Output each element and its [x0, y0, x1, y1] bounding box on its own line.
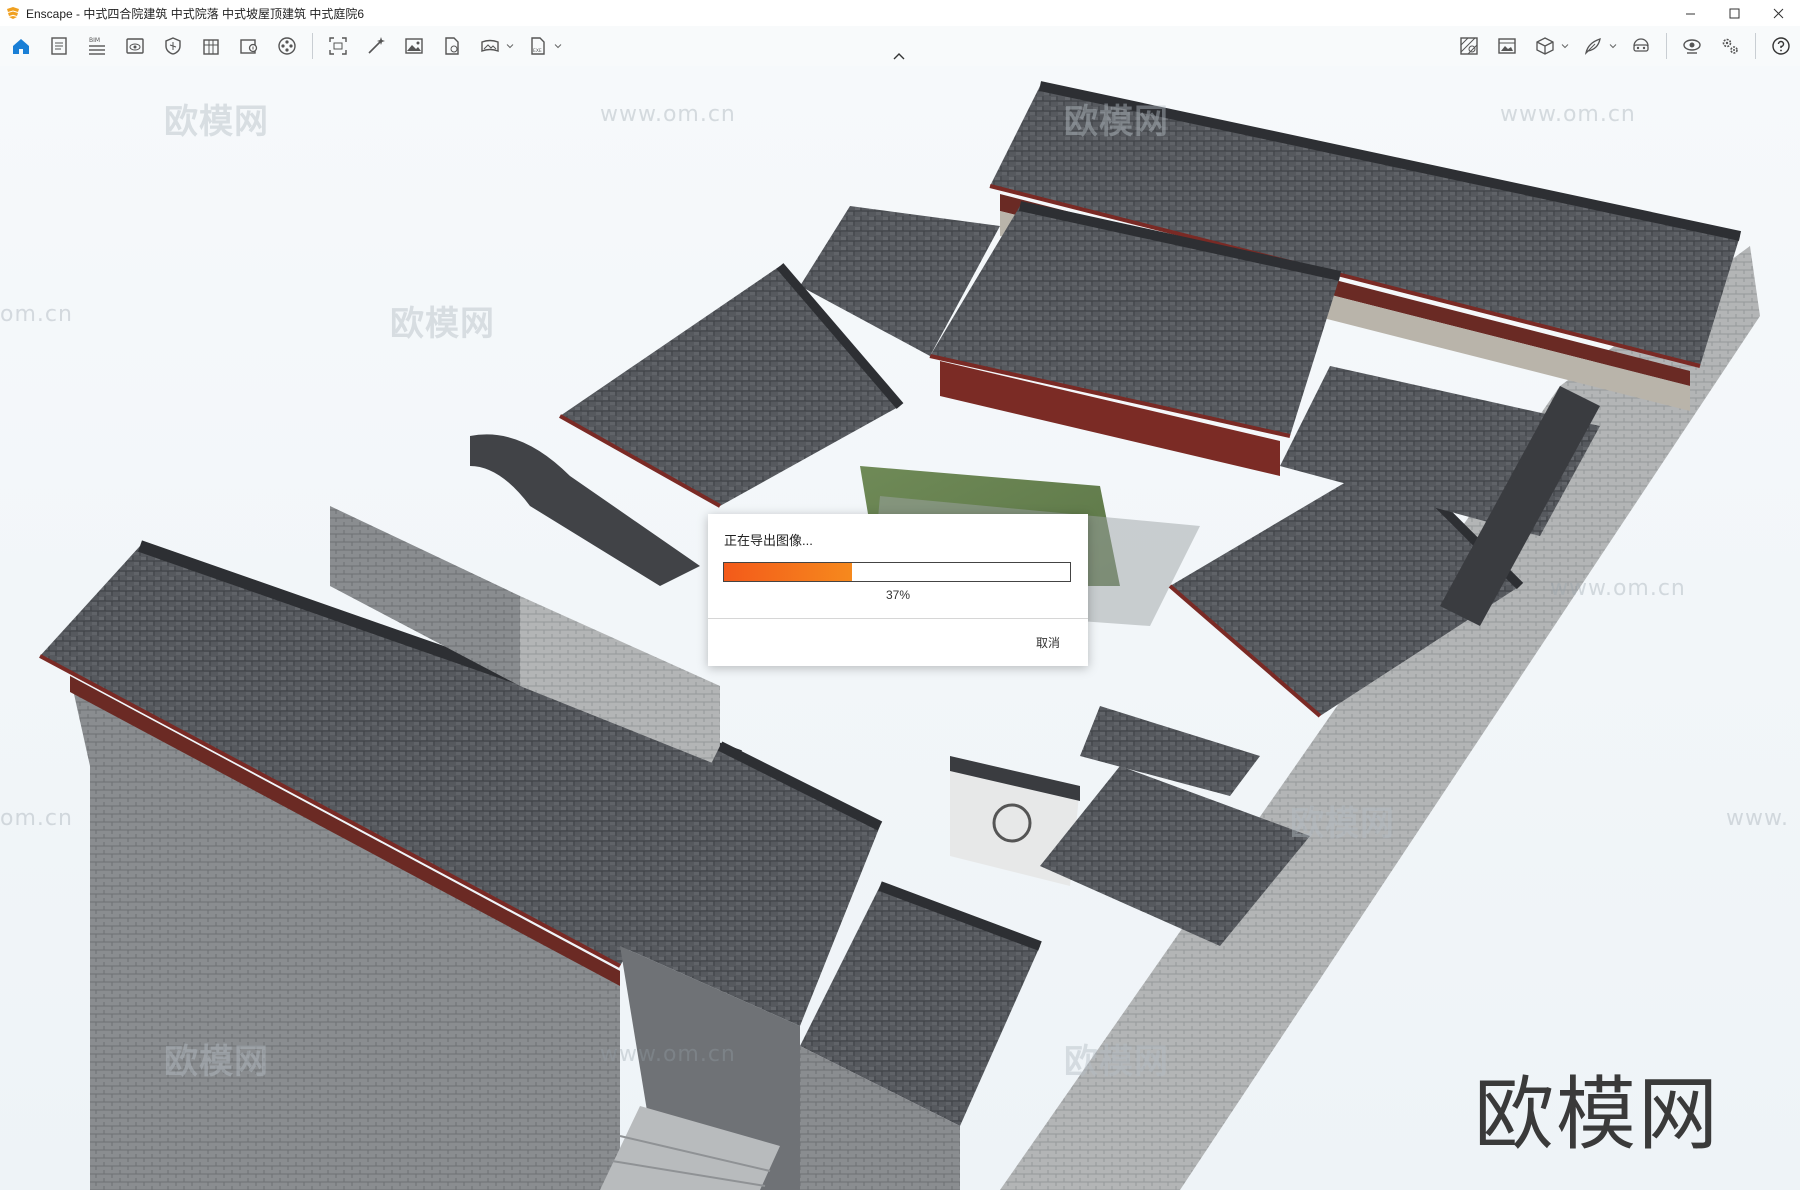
vr-headset-icon — [1633, 38, 1649, 52]
watermark-url: www.om.cn — [600, 102, 736, 127]
toolbar-separator — [1666, 33, 1667, 59]
cube-icon — [1536, 37, 1554, 55]
maximize-icon — [1729, 8, 1739, 18]
chevron-down-icon — [506, 44, 514, 49]
book-icon — [240, 39, 258, 54]
image-gallery-button[interactable] — [1490, 29, 1524, 63]
bim-icon: BIM — [89, 37, 105, 55]
export-file-icon: EXE — [531, 37, 545, 55]
image-button[interactable] — [397, 29, 431, 63]
settings-button[interactable] — [1713, 29, 1747, 63]
chevron-down-icon — [554, 44, 562, 49]
progress-fill — [724, 563, 853, 581]
help-button[interactable] — [1764, 29, 1798, 63]
home-icon — [13, 39, 29, 54]
watermark-url: www.om.cn — [600, 1042, 736, 1067]
feather-button[interactable] — [1576, 29, 1610, 63]
vr-headset-button[interactable] — [1624, 29, 1658, 63]
file-refresh-button[interactable] — [435, 29, 469, 63]
watermark-url-partial: om.cn — [0, 302, 73, 327]
book-button[interactable] — [232, 29, 266, 63]
maximize-button[interactable] — [1712, 0, 1756, 26]
screenshot-icon — [329, 37, 347, 55]
building-icon — [203, 39, 219, 55]
material-icon — [1460, 37, 1478, 55]
toolbar-separator — [1755, 33, 1756, 59]
export-progress-dialog: 正在导出图像... 37% 取消 — [708, 514, 1088, 666]
window-title: Enscape - 中式四合院建筑 中式院落 中式坡屋顶建筑 中式庭院6 — [26, 6, 365, 21]
watermark-url-partial-right: www. — [1726, 806, 1789, 831]
close-icon — [1773, 8, 1783, 18]
title-bar: Enscape - 中式四合院建筑 中式院落 中式坡屋顶建筑 中式庭院6 — [0, 0, 1800, 27]
chevron-up-icon — [893, 53, 905, 60]
document-button[interactable] — [42, 29, 76, 63]
help-icon — [1772, 37, 1790, 55]
exe-badge: EXE — [533, 48, 542, 54]
chevron-down-icon — [1561, 44, 1569, 49]
minimize-button[interactable] — [1668, 0, 1712, 26]
cube-button[interactable] — [1528, 29, 1562, 63]
watermark-brand: 欧模网 — [1064, 102, 1169, 142]
image-gallery-icon — [1498, 38, 1516, 54]
shield-map-icon — [165, 37, 181, 55]
film-reel-button[interactable] — [270, 29, 304, 63]
minimize-icon — [1685, 13, 1695, 14]
visual-settings-icon — [1683, 39, 1701, 54]
gear-icon — [1722, 38, 1738, 54]
view-button[interactable] — [118, 29, 152, 63]
shield-map-button[interactable] — [156, 29, 190, 63]
watermark-url: www.om.cn — [1550, 576, 1686, 601]
watermark-url-partial: om.cn — [0, 806, 73, 831]
watermark-url: www.om.cn — [1500, 102, 1636, 127]
watermark-brand: 欧模网 — [1290, 804, 1395, 844]
magic-wand-button[interactable] — [359, 29, 393, 63]
watermark-brand: 欧模网 — [390, 304, 495, 344]
file-refresh-icon — [445, 37, 459, 55]
toolbar-separator — [312, 33, 313, 59]
close-button[interactable] — [1756, 0, 1800, 26]
document-icon — [51, 37, 67, 55]
dialog-divider — [708, 618, 1088, 619]
material-button[interactable] — [1452, 29, 1486, 63]
building-button[interactable] — [194, 29, 228, 63]
dialog-title: 正在导出图像... — [724, 533, 813, 548]
toolbar-collapse-toggle[interactable] — [891, 50, 907, 62]
panorama-icon — [481, 39, 499, 53]
export-file-button[interactable]: EXE — [521, 29, 555, 63]
watermark-brand-large: 欧模网 — [1474, 1068, 1720, 1161]
chevron-down-icon — [1609, 44, 1617, 49]
cancel-button[interactable]: 取消 — [1032, 632, 1064, 653]
image-icon — [405, 38, 423, 54]
progress-bar — [723, 562, 1071, 582]
feather-icon — [1584, 38, 1601, 55]
watermark-brand: 欧模网 — [1064, 1042, 1169, 1082]
watermark-brand: 欧模网 — [164, 102, 269, 142]
eye-frame-icon — [126, 38, 144, 54]
bim-badge: BIM — [89, 37, 100, 44]
magic-wand-icon — [368, 37, 385, 54]
home-button[interactable] — [4, 29, 38, 63]
bim-button[interactable]: BIM — [80, 29, 114, 63]
progress-percent: 37% — [885, 588, 911, 602]
screenshot-button[interactable] — [321, 29, 355, 63]
watermark-brand: 欧模网 — [164, 1042, 269, 1082]
panorama-button[interactable] — [473, 29, 507, 63]
enscape-logo-icon — [7, 7, 19, 19]
visual-settings-button[interactable] — [1675, 29, 1709, 63]
film-reel-icon — [278, 37, 296, 55]
